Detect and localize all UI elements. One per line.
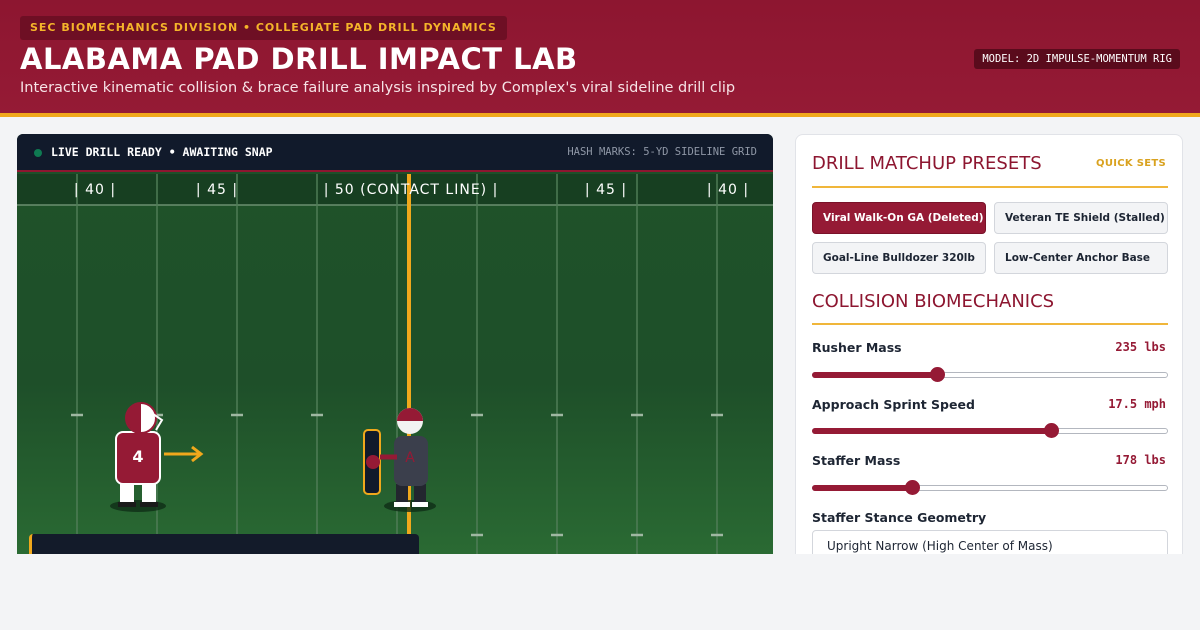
stance-geometry-select[interactable]: Upright Narrow (High Center of Mass) bbox=[812, 530, 1168, 554]
slider-fill bbox=[812, 428, 1051, 434]
header-accent-stripe bbox=[0, 113, 1200, 117]
section-divider bbox=[812, 186, 1168, 188]
rusher-jersey-number: 4 bbox=[132, 447, 143, 466]
field-status-bar: LIVE DRILL READY • AWAITING SNAP HASH MA… bbox=[17, 134, 773, 172]
impact-readout-bar bbox=[29, 534, 419, 554]
model-badge: MODEL: 2D IMPULSE-MOMENTUM RIG bbox=[974, 49, 1180, 69]
slider-fill bbox=[812, 485, 912, 491]
yard-label: | 45 | bbox=[585, 182, 627, 198]
hash-marks-label: HASH MARKS: 5-YD SIDELINE GRID bbox=[567, 146, 757, 158]
live-status-icon bbox=[34, 149, 42, 157]
slider-thumb[interactable] bbox=[929, 367, 945, 382]
preset-low-center-anchor-button[interactable]: Low-Center Anchor Base bbox=[994, 242, 1168, 274]
yard-label-contact-line: | 50 (CONTACT LINE) | bbox=[324, 182, 499, 198]
rusher-leg bbox=[120, 484, 134, 504]
slider-thumb[interactable] bbox=[1043, 423, 1059, 438]
staffer-hand bbox=[366, 455, 380, 469]
drill-status-text: LIVE DRILL READY • AWAITING SNAP bbox=[51, 145, 273, 159]
rusher-leg bbox=[142, 484, 156, 504]
preset-goal-line-bulldozer-button[interactable]: Goal-Line Bulldozer 320lb bbox=[812, 242, 986, 274]
sprint-speed-value: 17.5 mph bbox=[1108, 397, 1166, 411]
control-panel: DRILL MATCHUP PRESETS QUICK SETS Viral W… bbox=[795, 134, 1183, 554]
section-divider bbox=[812, 323, 1168, 325]
preset-veteran-te-shield-button[interactable]: Veteran TE Shield (Stalled) bbox=[994, 202, 1168, 234]
page-title: ALABAMA PAD DRILL IMPACT LAB bbox=[20, 42, 578, 76]
rusher-mass-slider[interactable] bbox=[812, 367, 1168, 383]
presets-section-title: DRILL MATCHUP PRESETS bbox=[812, 153, 1042, 174]
sprint-speed-slider[interactable] bbox=[812, 423, 1168, 439]
staffer-mass-value: 178 lbs bbox=[1115, 453, 1166, 467]
field-canvas[interactable]: | 40 | | 45 | | 50 (CONTACT LINE) | | 45… bbox=[17, 174, 773, 554]
staffer-mass-slider[interactable] bbox=[812, 480, 1168, 496]
preset-viral-walk-on-button[interactable]: Viral Walk-On GA (Deleted) bbox=[812, 202, 986, 234]
sprint-speed-label: Approach Sprint Speed bbox=[812, 397, 975, 412]
app-header: SEC BIOMECHANICS DIVISION • COLLEGIATE P… bbox=[0, 0, 1200, 113]
slider-fill bbox=[812, 372, 937, 378]
yard-label: | 40 | bbox=[707, 182, 749, 198]
biomechanics-section-title: COLLISION BIOMECHANICS bbox=[812, 291, 1055, 312]
drill-field-panel: LIVE DRILL READY • AWAITING SNAP HASH MA… bbox=[17, 134, 773, 554]
quick-sets-label: QUICK SETS bbox=[1096, 158, 1166, 169]
yard-label: | 40 | bbox=[74, 182, 116, 198]
staffer-logo-icon: A bbox=[405, 450, 415, 466]
page-subtitle: Interactive kinematic collision & brace … bbox=[20, 80, 736, 96]
division-badge: SEC BIOMECHANICS DIVISION • COLLEGIATE P… bbox=[20, 16, 507, 40]
stance-geometry-label: Staffer Stance Geometry bbox=[812, 510, 987, 525]
rusher-mass-label: Rusher Mass bbox=[812, 340, 902, 355]
yard-label: | 45 | bbox=[196, 182, 238, 198]
slider-thumb[interactable] bbox=[904, 480, 920, 495]
rusher-mass-value: 235 lbs bbox=[1115, 340, 1166, 354]
staffer-mass-label: Staffer Mass bbox=[812, 453, 901, 468]
